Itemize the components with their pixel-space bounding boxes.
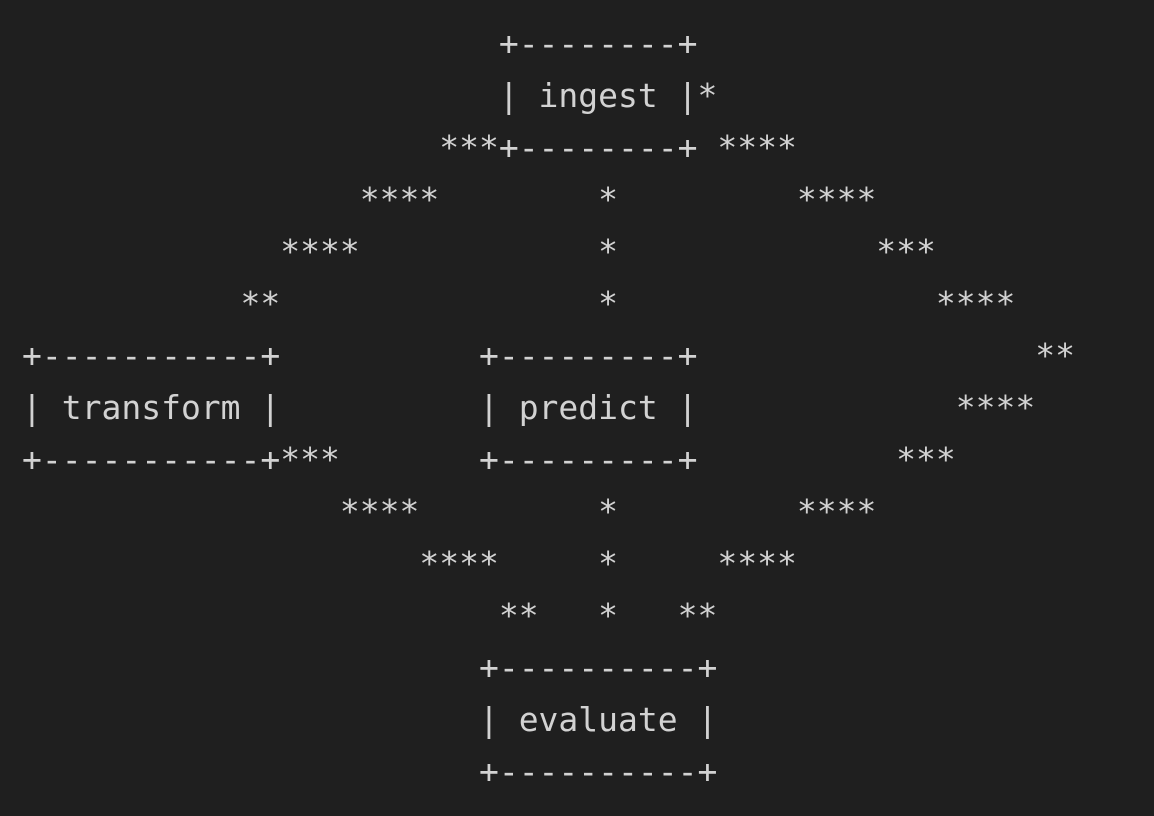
- diagram-line-12: ** * **: [22, 596, 718, 635]
- diagram-line-10: **** * ****: [22, 492, 877, 531]
- diagram-line-14: | evaluate |: [22, 700, 718, 739]
- diagram-line-11: **** * ****: [22, 544, 797, 583]
- diagram-line-08: | transform | | predict | ****: [22, 388, 1036, 427]
- diagram-line-01: +--------+: [22, 24, 698, 63]
- ascii-art-block: +--------+ | ingest |* ***+--------+ ***…: [22, 18, 1075, 798]
- diagram-line-05: **** * ***: [22, 232, 936, 271]
- diagram-line-07: +-----------+ +---------+ **: [22, 336, 1075, 375]
- diagram-line-04: **** * ****: [22, 180, 877, 219]
- diagram-line-06: ** * ****: [22, 284, 1016, 323]
- diagram-line-13: +----------+: [22, 648, 718, 687]
- diagram-line-15: +----------+: [22, 752, 718, 791]
- diagram-line-09: +-----------+*** +---------+ ***: [22, 440, 956, 479]
- ascii-dag-diagram: +--------+ | ingest |* ***+--------+ ***…: [0, 0, 1154, 816]
- diagram-line-03: ***+--------+ ****: [22, 128, 797, 167]
- diagram-line-02: | ingest |*: [22, 76, 718, 115]
